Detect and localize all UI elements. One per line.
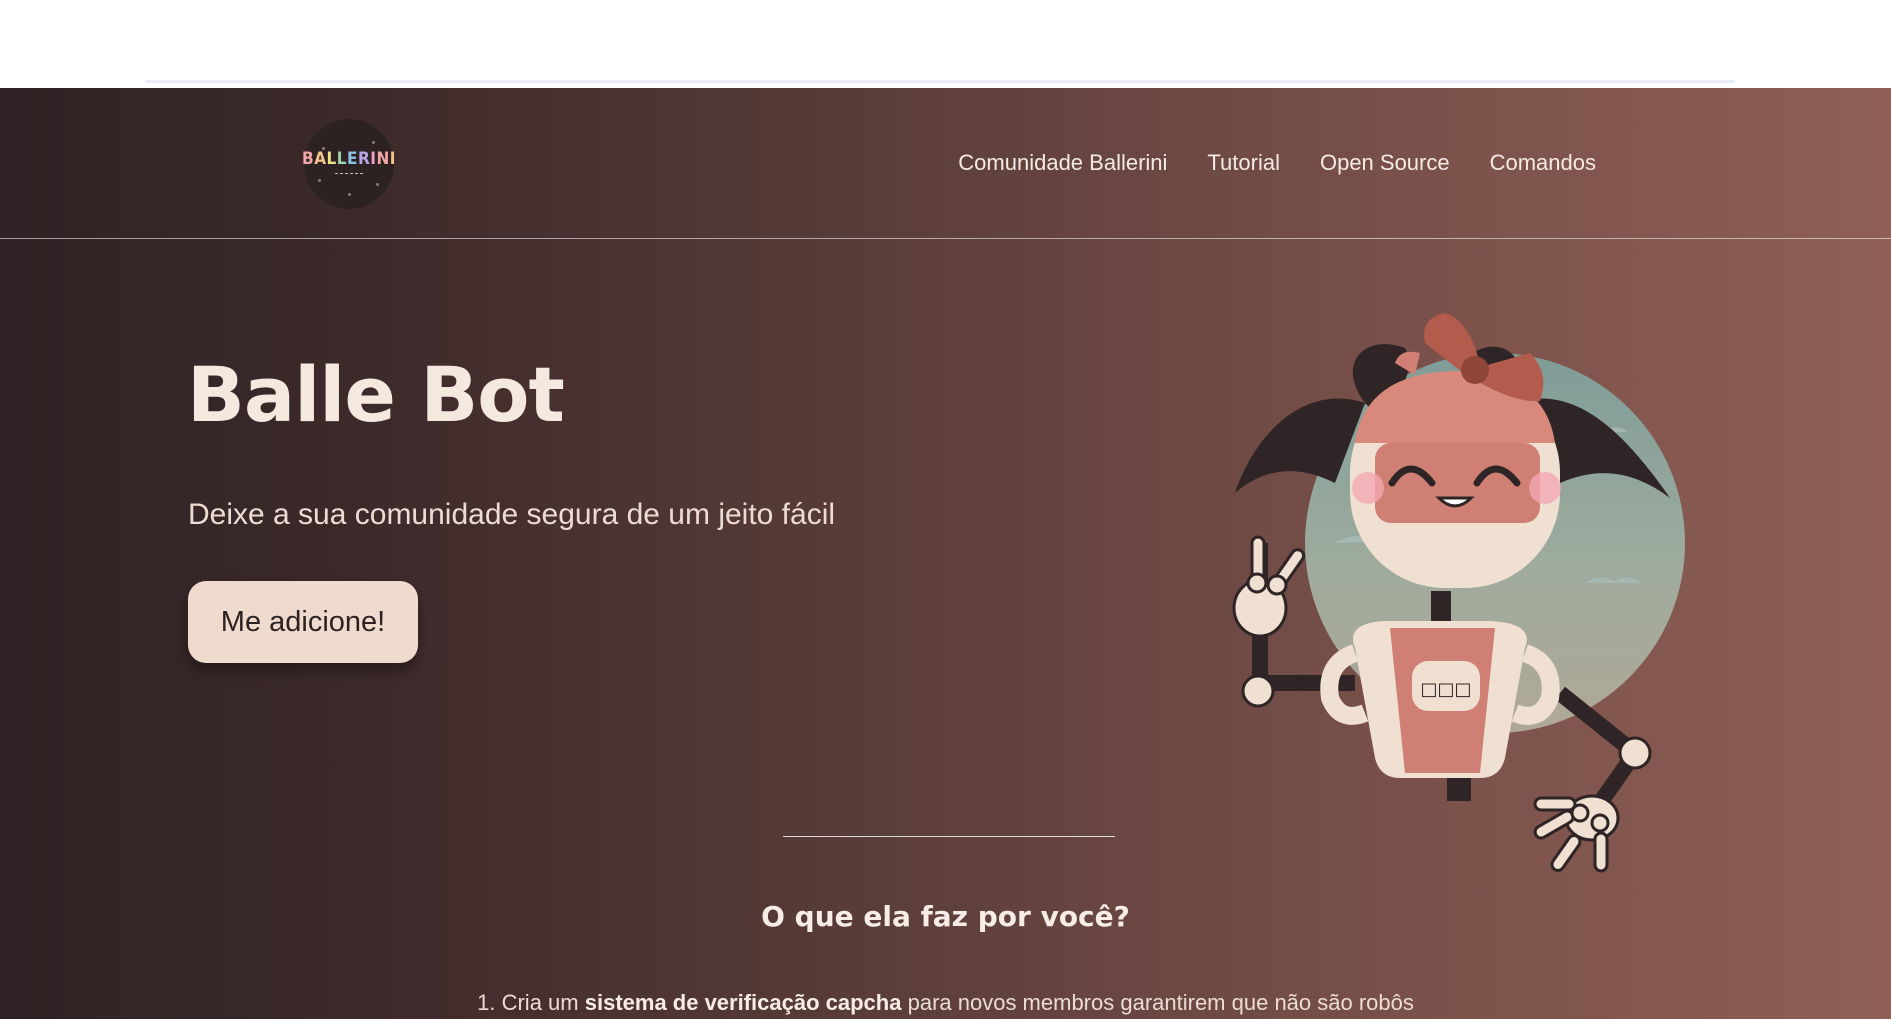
logo-letter: L (326, 148, 337, 169)
nav-link-comunidade[interactable]: Comunidade Ballerini (958, 150, 1167, 176)
logo-letter: I (389, 148, 396, 169)
ballerini-logo[interactable]: BALLERINI (302, 119, 396, 209)
logo-letter: A (314, 148, 327, 169)
logo-letter: L (336, 148, 348, 169)
robot-girl-mascot-icon: □□□ (1232, 313, 1685, 873)
page-main: BALLERINI Comunidade Ballerini Tutorial … (0, 88, 1891, 1019)
feature-number: 1. (477, 990, 496, 1015)
navbar: BALLERINI Comunidade Ballerini Tutorial … (0, 88, 1891, 239)
robot-chest-display: □□□ (1420, 679, 1471, 700)
nav-link-open-source[interactable]: Open Source (1320, 150, 1450, 176)
logo-letter: B (302, 148, 315, 169)
logo-underline (335, 172, 363, 178)
hero-subtitle: Deixe a sua comunidade segura de um jeit… (188, 498, 836, 531)
nav-links: Comunidade Ballerini Tutorial Open Sourc… (958, 150, 1596, 176)
section-title: O que ela faz por você? (761, 900, 1130, 933)
logo-letter: R (358, 148, 371, 169)
browser-top-area (0, 0, 1891, 88)
feature-prefix: Cria um (501, 990, 579, 1015)
logo-wordmark: BALLERINI (302, 148, 396, 169)
top-divider (145, 80, 1735, 83)
feature-highlight: sistema de verificação capcha (584, 990, 902, 1015)
add-bot-button[interactable]: Me adicione! (188, 581, 418, 663)
feature-item: 1. Cria um sistema de verificação capcha… (0, 990, 1891, 1016)
feature-suffix: para novos membros garantirem que não sã… (907, 990, 1414, 1015)
nav-link-comandos[interactable]: Comandos (1490, 150, 1596, 176)
nav-link-tutorial[interactable]: Tutorial (1207, 150, 1280, 176)
logo-letter: N (376, 148, 390, 169)
hero-title: Balle Bot (187, 350, 565, 439)
section-divider (783, 836, 1115, 837)
logo-letter: E (347, 148, 358, 169)
